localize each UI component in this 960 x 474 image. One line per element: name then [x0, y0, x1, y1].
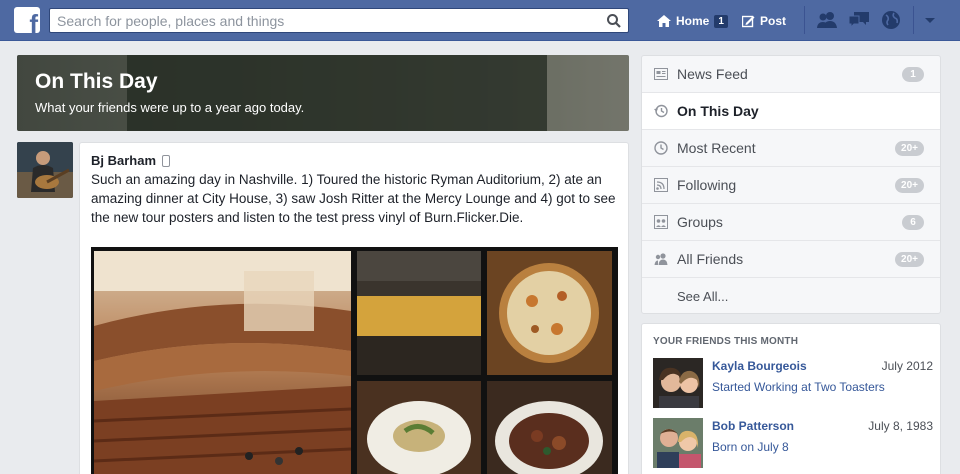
- sidebar-item-all-friends[interactable]: All Friends 20+: [642, 241, 940, 278]
- story-text: Such an amazing day in Nashville. 1) Tou…: [91, 172, 616, 225]
- page-title: On This Day: [35, 70, 158, 93]
- compose-icon: [742, 15, 755, 27]
- friend-name[interactable]: Kayla Bourgeois: [712, 359, 807, 373]
- sidebar-item-label: All Friends: [677, 251, 744, 267]
- food-plate-photo: [357, 381, 481, 474]
- sidebar-item-label: On This Day: [677, 103, 759, 119]
- see-all-link[interactable]: See All...: [677, 289, 728, 304]
- page-subtitle: What your friends were up to a year ago …: [35, 100, 305, 115]
- sidebar-item-following[interactable]: Following 20+: [642, 167, 940, 204]
- on-this-day-cover: On This Day What your friends were up to…: [17, 55, 629, 131]
- sidebar-item-label: Groups: [677, 214, 723, 230]
- count-badge: 6: [902, 215, 924, 230]
- count-badge: 20+: [895, 178, 924, 193]
- restaurant-photo: [357, 251, 481, 375]
- food-bowl-photo: [487, 381, 612, 474]
- nav-divider: [804, 6, 805, 34]
- sidebar-item-label: Most Recent: [677, 140, 756, 156]
- avatar-picture: [17, 142, 73, 198]
- post-link[interactable]: Post: [742, 12, 786, 30]
- friends-this-month-panel: YOUR FRIENDS THIS MONTH Kayla Bourgeois …: [641, 323, 941, 474]
- sidebar-item-groups[interactable]: Groups 6: [642, 204, 940, 241]
- news-feed-icon: [654, 68, 668, 80]
- home-label: Home: [676, 14, 710, 28]
- auditorium-photo: [94, 251, 351, 474]
- sidebar-item-news-feed[interactable]: News Feed 1: [642, 56, 940, 93]
- nav-divider: [913, 6, 914, 34]
- count-badge: 20+: [895, 141, 924, 156]
- count-badge: 1: [902, 67, 924, 82]
- story-author: Bj Barham: [91, 153, 171, 168]
- avatar[interactable]: [653, 358, 703, 408]
- feed-filter-menu: News Feed 1 On This Day Most Recent 20+ …: [641, 55, 941, 314]
- messages-icon[interactable]: [848, 10, 870, 30]
- home-link[interactable]: Home 1: [657, 12, 728, 30]
- friend-requests-icon[interactable]: [816, 10, 838, 30]
- top-navigation-bar: f Home 1 Post: [0, 0, 960, 41]
- logo-letter: f: [29, 9, 38, 33]
- list-item[interactable]: Bob Patterson July 8, 1983 Born on July …: [653, 418, 933, 470]
- rss-icon: [654, 178, 668, 192]
- mobile-phone-icon: [162, 154, 171, 167]
- groups-icon: [654, 215, 668, 229]
- pizza-photo: [487, 251, 612, 375]
- clock-back-icon: [654, 104, 668, 118]
- facebook-logo[interactable]: f: [14, 7, 40, 33]
- search-input[interactable]: [50, 9, 600, 32]
- avatar[interactable]: [653, 418, 703, 468]
- count-badge: 20+: [895, 252, 924, 267]
- story-photo-collage[interactable]: [91, 247, 618, 474]
- chevron-down-icon[interactable]: [922, 13, 938, 27]
- friends-icon: [654, 253, 668, 265]
- story-card: Bj Barham Such an amazing day in Nashvil…: [79, 142, 629, 474]
- home-icon: [657, 15, 671, 27]
- author-name[interactable]: Bj Barham: [91, 153, 156, 168]
- clock-icon: [654, 141, 668, 155]
- panel-heading: YOUR FRIENDS THIS MONTH: [653, 336, 799, 347]
- friend-name[interactable]: Bob Patterson: [712, 419, 794, 433]
- avatar[interactable]: [17, 142, 73, 198]
- friend-event[interactable]: Started Working at Two Toasters: [712, 380, 885, 394]
- event-date: July 8, 1983: [868, 419, 933, 433]
- sidebar-item-label: Following: [677, 177, 737, 193]
- notifications-globe-icon[interactable]: [880, 10, 902, 30]
- post-label: Post: [760, 14, 787, 28]
- friend-event[interactable]: Born on July 8: [712, 440, 789, 454]
- search-icon[interactable]: [606, 13, 622, 29]
- home-notification-badge: 1: [714, 14, 728, 28]
- sidebar-item-on-this-day[interactable]: On This Day: [642, 93, 940, 130]
- search-box[interactable]: [49, 8, 629, 33]
- list-item[interactable]: Kayla Bourgeois July 2012 Started Workin…: [653, 358, 933, 410]
- event-date: July 2012: [881, 359, 933, 373]
- sidebar-item-most-recent[interactable]: Most Recent 20+: [642, 130, 940, 167]
- sidebar-item-label: News Feed: [677, 66, 748, 82]
